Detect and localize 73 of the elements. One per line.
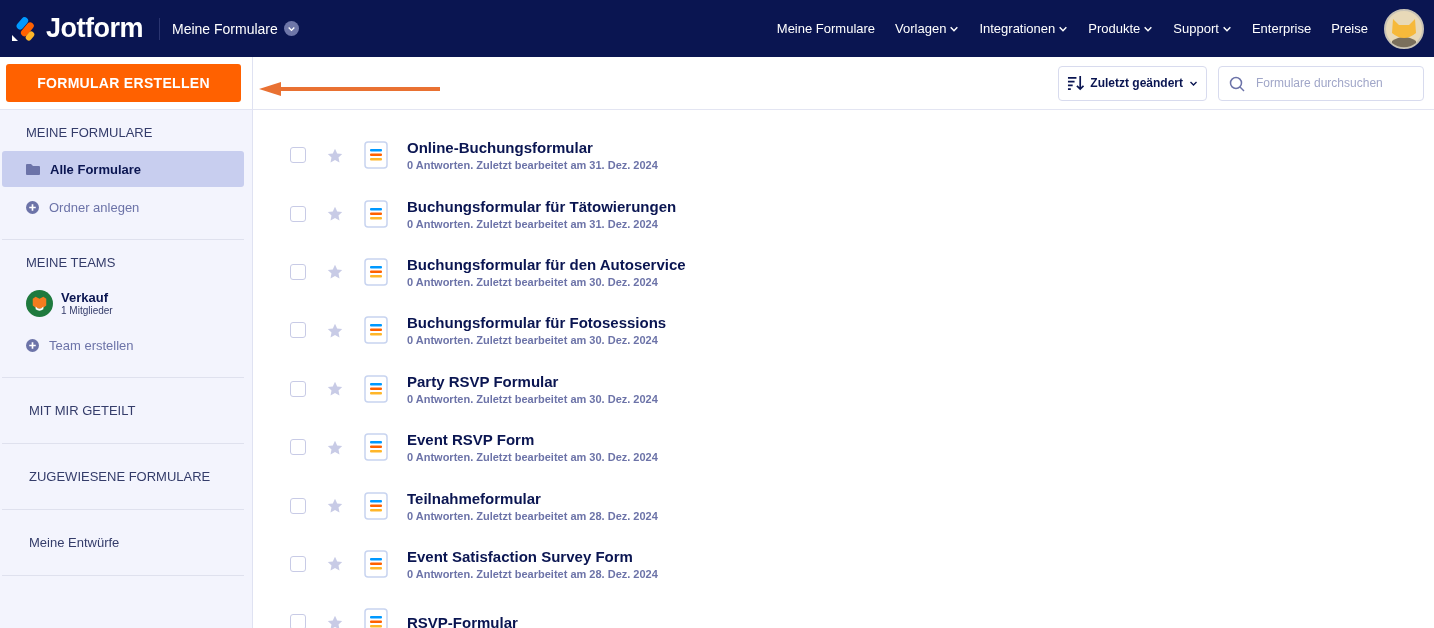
- form-info: 0 Antworten. Zuletzt bearbeitet am 30. Dez. 2024: [407, 275, 659, 288]
- nav-link[interactable]: Produkte: [1088, 21, 1154, 36]
- folder-icon: [26, 163, 40, 175]
- form-info: 0 Antworten. Zuletzt bearbeitet am 31. Dez. 2024: [407, 159, 658, 172]
- logo-text[interactable]: Jotform: [46, 13, 143, 44]
- team-avatar-icon: [26, 289, 53, 317]
- star-icon[interactable]: [327, 439, 343, 455]
- checkbox[interactable]: [290, 614, 306, 628]
- sidebar-link[interactable]: Meine Entwürfe: [2, 510, 244, 575]
- form-icon: [364, 199, 388, 228]
- star-icon[interactable]: [327, 614, 343, 628]
- avatar-icon[interactable]: [1384, 8, 1424, 49]
- checkbox[interactable]: [290, 497, 306, 514]
- form-title[interactable]: Event RSVP Form: [407, 431, 658, 449]
- form-info: 0 Antworten. Zuletzt bearbeitet am 30. Dez. 2024: [407, 392, 658, 405]
- sort-button[interactable]: Zuletzt geändert: [1058, 65, 1207, 101]
- star-icon[interactable]: [327, 322, 343, 338]
- star-icon[interactable]: [327, 556, 343, 572]
- team-name: Verkauf: [61, 290, 109, 305]
- star-icon[interactable]: [327, 381, 343, 397]
- member-count: 1 Mitglieder: [61, 305, 113, 316]
- nav-link[interactable]: Vorlagen: [895, 21, 960, 36]
- form-title[interactable]: Party RSVP Formular: [407, 372, 658, 390]
- star-icon[interactable]: [327, 147, 343, 163]
- sidebar-item[interactable]: Ordner anlegen: [2, 189, 244, 225]
- section-heading: MEINE FORMULARE: [25, 124, 154, 142]
- form-title[interactable]: Buchungsformular für Fotosessions: [407, 314, 667, 332]
- form-info: 0 Antworten. Zuletzt bearbeitet am 30. Dez. 2024: [407, 334, 659, 347]
- sort-icon: [1067, 75, 1085, 91]
- nav-link[interactable]: Support: [1173, 21, 1232, 36]
- plus-icon: [26, 200, 39, 214]
- form-info: 0 Antworten. Zuletzt bearbeitet am 30. Dez. 2024: [407, 451, 658, 464]
- checkbox[interactable]: [290, 380, 306, 397]
- checkbox[interactable]: [290, 322, 306, 339]
- checkbox[interactable]: [290, 439, 306, 456]
- form-icon: [364, 374, 388, 403]
- nav-link[interactable]: Enterprise: [1251, 21, 1312, 36]
- form-title[interactable]: Online-Buchungsformular: [407, 139, 658, 157]
- workspace-menu[interactable]: Meine Formulare: [172, 20, 299, 37]
- form-title[interactable]: Event Satisfaction Survey Form: [407, 547, 658, 565]
- form-info: 0 Antworten. Zuletzt bearbeitet am 28. Dez. 2024: [407, 509, 658, 522]
- sidebar-item[interactable]: Team erstellen: [2, 327, 244, 363]
- form-title[interactable]: Buchungsformular für Tätowierungen: [407, 197, 677, 215]
- form-icon: [364, 433, 388, 462]
- form-title[interactable]: Teilnahmeformular: [407, 489, 658, 507]
- form-title[interactable]: RSVP-Formular: [407, 613, 518, 628]
- form-icon: [364, 608, 388, 628]
- star-icon[interactable]: [327, 206, 343, 222]
- caret-icon: [283, 21, 299, 36]
- search-field[interactable]: Formulare durchsuchen: [1218, 65, 1424, 101]
- form-icon: [364, 491, 388, 520]
- nav-link[interactable]: Integrationen: [979, 21, 1069, 36]
- form-icon: [364, 316, 388, 345]
- sidebar-link[interactable]: MIT MIR GETEILT: [2, 378, 244, 443]
- form-info: 0 Antworten. Zuletzt bearbeitet am 31. Dez. 2024: [407, 217, 659, 230]
- sidebar-item[interactable]: Verkauf 1 Mitglieder: [2, 281, 244, 325]
- checkbox[interactable]: [290, 205, 306, 222]
- star-icon[interactable]: [327, 498, 343, 514]
- nav-link[interactable]: Preise: [1331, 21, 1368, 36]
- form-icon: [364, 549, 388, 578]
- plus-icon: [26, 338, 39, 352]
- form-icon: [364, 257, 388, 286]
- checkbox[interactable]: [290, 263, 306, 280]
- star-icon[interactable]: [327, 264, 343, 280]
- checkbox[interactable]: [290, 147, 306, 164]
- sidebar-link[interactable]: ZUGEWIESENE FORMULARE: [2, 444, 244, 509]
- nav-link[interactable]: Meine Formulare: [776, 21, 876, 36]
- form-info: 0 Antworten. Zuletzt bearbeitet am 28. Dez. 2024: [407, 567, 658, 580]
- form-title[interactable]: Buchungsformular für den Autoservice: [407, 255, 686, 273]
- sidebar-item[interactable]: Alle Formulare: [2, 151, 244, 187]
- section-heading: MEINE TEAMS: [25, 254, 117, 272]
- form-icon: [364, 141, 388, 170]
- checkbox[interactable]: [290, 555, 306, 572]
